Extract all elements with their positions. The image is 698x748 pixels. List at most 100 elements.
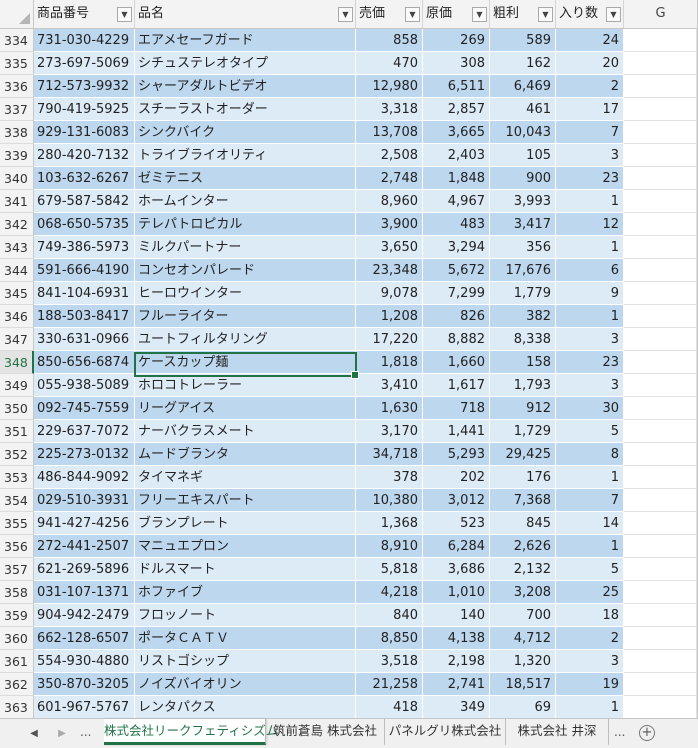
cost-cell[interactable]: 5,672 xyxy=(423,259,490,282)
item-number-cell[interactable]: 229-637-7072 xyxy=(34,420,135,443)
column-header-g[interactable]: G xyxy=(624,0,698,28)
price-cell[interactable]: 10,380 xyxy=(356,489,423,512)
cost-cell[interactable]: 483 xyxy=(423,213,490,236)
empty-cell[interactable] xyxy=(624,489,697,512)
empty-cell[interactable] xyxy=(624,535,697,558)
header-cell-gross-profit[interactable]: 粗利 ▼ xyxy=(490,0,556,28)
quantity-cell[interactable]: 7 xyxy=(556,489,624,512)
gross-profit-cell[interactable]: 3,993 xyxy=(490,190,556,213)
header-cell-quantity[interactable]: 入り数 ▼ xyxy=(556,0,624,28)
empty-cell[interactable] xyxy=(624,98,697,121)
cost-cell[interactable]: 2,857 xyxy=(423,98,490,121)
filter-dropdown-icon[interactable]: ▼ xyxy=(606,7,621,22)
item-number-cell[interactable]: 904-942-2479 xyxy=(34,604,135,627)
price-cell[interactable]: 12,980 xyxy=(356,75,423,98)
quantity-cell[interactable]: 30 xyxy=(556,397,624,420)
gross-profit-cell[interactable]: 4,712 xyxy=(490,627,556,650)
row-number[interactable]: 360 xyxy=(0,627,34,650)
gross-profit-cell[interactable]: 461 xyxy=(490,98,556,121)
empty-cell[interactable] xyxy=(624,558,697,581)
row-number[interactable]: 339 xyxy=(0,144,34,167)
row-number[interactable]: 357 xyxy=(0,558,34,581)
row-number[interactable]: 363 xyxy=(0,696,34,718)
row-number[interactable]: 356 xyxy=(0,535,34,558)
item-number-cell[interactable]: 068-650-5735 xyxy=(34,213,135,236)
product-name-cell[interactable]: コンセオンパレード xyxy=(135,259,356,282)
cost-cell[interactable]: 349 xyxy=(423,696,490,718)
gross-profit-cell[interactable]: 10,043 xyxy=(490,121,556,144)
item-number-cell[interactable]: 273-697-5069 xyxy=(34,52,135,75)
quantity-cell[interactable]: 9 xyxy=(556,282,624,305)
quantity-cell[interactable]: 3 xyxy=(556,328,624,351)
gross-profit-cell[interactable]: 17,676 xyxy=(490,259,556,282)
price-cell[interactable]: 8,960 xyxy=(356,190,423,213)
item-number-cell[interactable]: 280-420-7132 xyxy=(34,144,135,167)
item-number-cell[interactable]: 225-273-0132 xyxy=(34,443,135,466)
quantity-cell[interactable]: 2 xyxy=(556,627,624,650)
cost-cell[interactable]: 202 xyxy=(423,466,490,489)
product-name-cell[interactable]: ユートフィルタリング xyxy=(135,328,356,351)
product-name-cell[interactable]: リーグアイス xyxy=(135,397,356,420)
gross-profit-cell[interactable]: 2,132 xyxy=(490,558,556,581)
cost-cell[interactable]: 1,010 xyxy=(423,581,490,604)
gross-profit-cell[interactable]: 29,425 xyxy=(490,443,556,466)
item-number-cell[interactable]: 941-427-4256 xyxy=(34,512,135,535)
price-cell[interactable]: 470 xyxy=(356,52,423,75)
price-cell[interactable]: 858 xyxy=(356,29,423,52)
quantity-cell[interactable]: 19 xyxy=(556,673,624,696)
empty-cell[interactable] xyxy=(624,29,697,52)
item-number-cell[interactable]: 621-269-5896 xyxy=(34,558,135,581)
gross-profit-cell[interactable]: 900 xyxy=(490,167,556,190)
item-number-cell[interactable]: 031-107-1371 xyxy=(34,581,135,604)
cost-cell[interactable]: 6,511 xyxy=(423,75,490,98)
filter-dropdown-icon[interactable]: ▼ xyxy=(538,7,553,22)
row-number[interactable]: 344 xyxy=(0,259,34,282)
row-number[interactable]: 351 xyxy=(0,420,34,443)
worksheet-grid[interactable]: 商品番号 ▼ 品名 ▼ 売価 ▼ 原価 ▼ 粗利 ▼ 入り数 ▼ G 334 7… xyxy=(0,0,698,718)
item-number-cell[interactable]: 188-503-8417 xyxy=(34,305,135,328)
product-name-cell[interactable]: ケースカップ麺 xyxy=(135,351,356,374)
gross-profit-cell[interactable]: 912 xyxy=(490,397,556,420)
price-cell[interactable]: 21,258 xyxy=(356,673,423,696)
cost-cell[interactable]: 308 xyxy=(423,52,490,75)
row-number[interactable]: 353 xyxy=(0,466,34,489)
quantity-cell[interactable]: 1 xyxy=(556,466,624,489)
cost-cell[interactable]: 3,665 xyxy=(423,121,490,144)
item-number-cell[interactable]: 662-128-6507 xyxy=(34,627,135,650)
gross-profit-cell[interactable]: 69 xyxy=(490,696,556,718)
empty-cell[interactable] xyxy=(624,627,697,650)
quantity-cell[interactable]: 14 xyxy=(556,512,624,535)
row-number[interactable]: 348 xyxy=(0,351,34,374)
price-cell[interactable]: 2,748 xyxy=(356,167,423,190)
price-cell[interactable]: 13,708 xyxy=(356,121,423,144)
price-cell[interactable]: 3,900 xyxy=(356,213,423,236)
quantity-cell[interactable]: 3 xyxy=(556,650,624,673)
quantity-cell[interactable]: 12 xyxy=(556,213,624,236)
price-cell[interactable]: 1,818 xyxy=(356,351,423,374)
price-cell[interactable]: 3,410 xyxy=(356,374,423,397)
item-number-cell[interactable]: 850-656-6874 xyxy=(34,351,135,374)
row-number[interactable]: 350 xyxy=(0,397,34,420)
gross-profit-cell[interactable]: 158 xyxy=(490,351,556,374)
add-sheet-icon[interactable]: + xyxy=(639,725,655,741)
cost-cell[interactable]: 2,403 xyxy=(423,144,490,167)
empty-cell[interactable] xyxy=(624,604,697,627)
item-number-cell[interactable]: 841-104-6931 xyxy=(34,282,135,305)
item-number-cell[interactable]: 330-631-0966 xyxy=(34,328,135,351)
price-cell[interactable]: 3,170 xyxy=(356,420,423,443)
gross-profit-cell[interactable]: 7,368 xyxy=(490,489,556,512)
cost-cell[interactable]: 1,441 xyxy=(423,420,490,443)
empty-cell[interactable] xyxy=(624,144,697,167)
item-number-cell[interactable]: 712-573-9932 xyxy=(34,75,135,98)
empty-cell[interactable] xyxy=(624,213,697,236)
empty-cell[interactable] xyxy=(624,52,697,75)
gross-profit-cell[interactable]: 2,626 xyxy=(490,535,556,558)
product-name-cell[interactable]: フリーエキスパート xyxy=(135,489,356,512)
quantity-cell[interactable]: 5 xyxy=(556,558,624,581)
item-number-cell[interactable]: 731-030-4229 xyxy=(34,29,135,52)
quantity-cell[interactable]: 23 xyxy=(556,351,624,374)
gross-profit-cell[interactable]: 1,320 xyxy=(490,650,556,673)
quantity-cell[interactable]: 5 xyxy=(556,420,624,443)
product-name-cell[interactable]: フルーライター xyxy=(135,305,356,328)
gross-profit-cell[interactable]: 1,793 xyxy=(490,374,556,397)
